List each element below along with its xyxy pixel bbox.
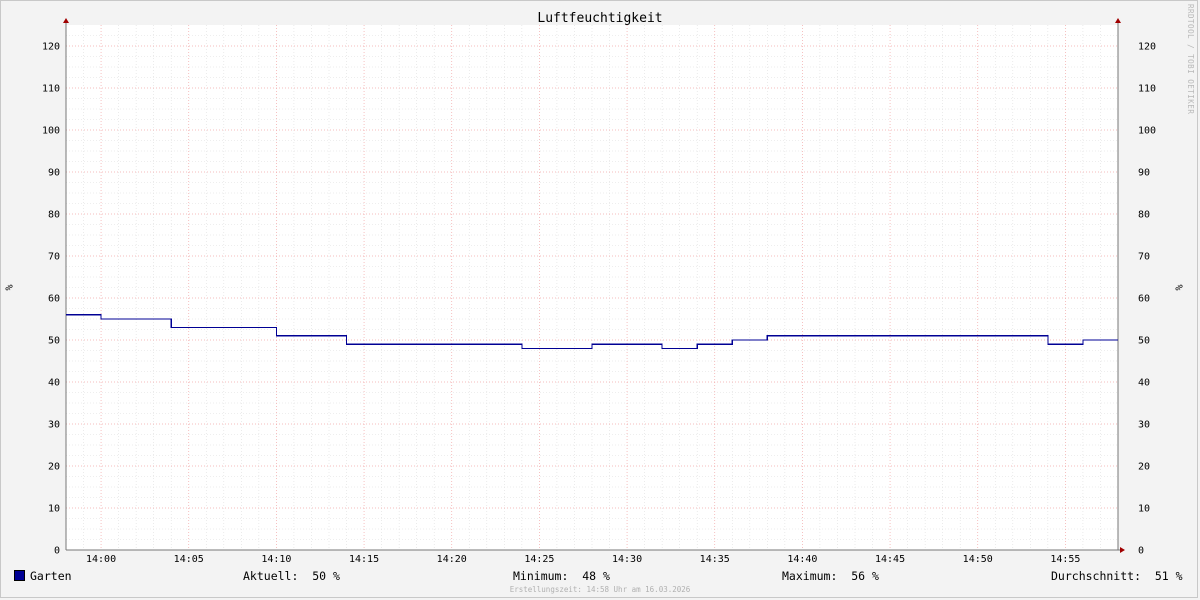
y-tick-label-left: 90 bbox=[48, 168, 60, 179]
x-tick-label: 14:45 bbox=[875, 554, 905, 565]
legend-series-name: Garten bbox=[30, 569, 72, 583]
y-tick-label-left: 100 bbox=[42, 126, 60, 137]
y-tick-label-right: 110 bbox=[1138, 84, 1156, 95]
creation-time-footer: Erstellungszeit: 14:58 Uhr am 16.03.2026 bbox=[509, 585, 691, 594]
y-tick-label-right: 120 bbox=[1138, 42, 1156, 53]
y-axis-label-right: % bbox=[1172, 284, 1184, 291]
x-tick-label: 14:05 bbox=[174, 554, 204, 565]
legend-average: Durchschnitt: 51 % bbox=[1051, 569, 1183, 583]
x-tick-label: 14:10 bbox=[261, 554, 291, 565]
y-tick-label-right: 60 bbox=[1138, 294, 1150, 305]
legend-minimum: Minimum: 48 % bbox=[513, 569, 610, 583]
x-tick-label: 14:40 bbox=[787, 554, 817, 565]
y-ticks-left: 0 10 20 30 40 50 60 70 80 90 100 110 120 bbox=[42, 42, 60, 557]
y-ticks-right: 0 10 20 30 40 50 60 70 80 90 100 110 120 bbox=[1138, 42, 1156, 557]
y-tick-label-right: 90 bbox=[1138, 168, 1150, 179]
y-tick-label-right: 40 bbox=[1138, 378, 1150, 389]
y-tick-label-right: 70 bbox=[1138, 252, 1150, 263]
y-tick-label-right: 20 bbox=[1138, 462, 1150, 473]
x-tick-label: 14:15 bbox=[349, 554, 379, 565]
humidity-chart: 0 10 20 30 40 50 60 70 80 90 100 110 120 0 10 20 30 40 50… bbox=[42, 18, 1156, 565]
y-tick-label-left: 40 bbox=[48, 378, 60, 389]
y-tick-label-left: 50 bbox=[48, 336, 60, 347]
y-axis-label-left: % bbox=[2, 284, 14, 291]
y-tick-label-right: 80 bbox=[1138, 210, 1150, 221]
y-tick-label-left: 120 bbox=[42, 42, 60, 53]
y-tick-label-left: 110 bbox=[42, 84, 60, 95]
x-tick-label: 14:30 bbox=[612, 554, 642, 565]
legend-current: Aktuell: 50 % bbox=[243, 569, 340, 583]
y-tick-label-right: 0 bbox=[1138, 546, 1144, 557]
y-tick-label-left: 70 bbox=[48, 252, 60, 263]
x-tick-label: 14:20 bbox=[437, 554, 467, 565]
x-ticks: 14:00 14:05 14:10 14:15 14:20 14:25 14:30 14:35… bbox=[86, 554, 1080, 565]
x-tick-label: 14:50 bbox=[963, 554, 993, 565]
y-tick-label-right: 30 bbox=[1138, 420, 1150, 431]
y-tick-label-left: 0 bbox=[54, 546, 60, 557]
y-tick-label-right: 10 bbox=[1138, 504, 1150, 515]
y-tick-label-right: 100 bbox=[1138, 126, 1156, 137]
x-tick-label: 14:35 bbox=[700, 554, 730, 565]
x-tick-label: 14:55 bbox=[1050, 554, 1080, 565]
legend-maximum: Maximum: 56 % bbox=[782, 569, 879, 583]
x-tick-label: 14:00 bbox=[86, 554, 116, 565]
legend: Garten Aktuell: 50 % Minimum: 48 % Maxim… bbox=[0, 566, 1200, 586]
y-tick-label-left: 80 bbox=[48, 210, 60, 221]
y-axis-left-arrow bbox=[63, 18, 69, 23]
x-tick-label: 14:25 bbox=[524, 554, 554, 565]
y-tick-label-left: 60 bbox=[48, 294, 60, 305]
x-axis-arrow bbox=[1120, 547, 1125, 553]
y-tick-label-right: 50 bbox=[1138, 336, 1150, 347]
y-axis-right-arrow bbox=[1115, 18, 1121, 23]
y-tick-label-left: 10 bbox=[48, 504, 60, 515]
legend-swatch-garten bbox=[14, 570, 25, 581]
y-tick-label-left: 30 bbox=[48, 420, 60, 431]
y-tick-label-left: 20 bbox=[48, 462, 60, 473]
